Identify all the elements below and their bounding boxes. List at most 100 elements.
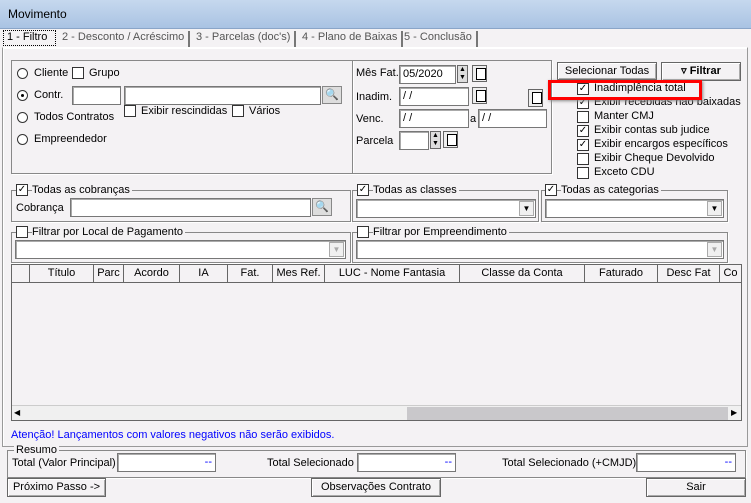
label-total-principal: Total (Valor Principal) xyxy=(12,457,116,469)
radio-contr[interactable] xyxy=(17,90,28,101)
radio-todos-contratos[interactable] xyxy=(17,112,28,123)
empreendimento-combo[interactable]: ▼ xyxy=(356,240,724,259)
label-mes-fat: Mês Fat. xyxy=(356,67,399,79)
mes-fat-clear-icon[interactable] xyxy=(472,65,487,82)
scrollbar-thumb[interactable] xyxy=(407,407,728,420)
label-venc: Venc. xyxy=(356,113,384,125)
window-title: Movimento xyxy=(8,7,67,21)
chevron-down-icon: ▼ xyxy=(707,201,722,216)
tab-conclusao[interactable]: 5 - Conclusão xyxy=(404,31,478,47)
column-header[interactable]: Fat. xyxy=(228,265,273,282)
document-icon[interactable] xyxy=(528,89,543,107)
label-inadim: Inadim. xyxy=(356,91,393,103)
label-empreendedor: Empreendedor xyxy=(34,133,107,145)
highlight-box xyxy=(548,80,702,100)
checkbox-varios[interactable] xyxy=(232,105,244,117)
label-empreendimento: Filtrar por Empreendimento xyxy=(373,226,509,238)
column-header[interactable]: IA xyxy=(180,265,228,282)
checkbox-todas-categorias[interactable]: ✓ xyxy=(545,184,557,196)
scroll-right-icon[interactable]: ▶ xyxy=(731,408,737,417)
filter-funnel-icon: ▿ xyxy=(681,65,690,77)
chevron-down-icon: ▼ xyxy=(519,201,534,216)
checkbox-option[interactable]: ✓ xyxy=(577,125,589,137)
mes-fat-input[interactable]: 05/2020 xyxy=(399,65,456,84)
parcela-clear-icon[interactable] xyxy=(443,131,458,148)
label-varios: Vários xyxy=(249,105,281,117)
total-principal-value: -- xyxy=(204,456,212,468)
total-cmjd-value: -- xyxy=(724,456,732,468)
checkbox-todas-classes[interactable]: ✓ xyxy=(357,184,369,196)
column-header[interactable]: Desc Fat xyxy=(658,265,720,282)
chevron-down-icon: ▼ xyxy=(707,242,722,257)
column-header[interactable]: Faturado xyxy=(585,265,658,282)
column-header[interactable]: LUC - Nome Fantasia xyxy=(325,265,460,282)
grid-header-divider xyxy=(12,282,741,283)
checkbox-grupo[interactable] xyxy=(72,67,84,79)
chevron-down-icon: ▼ xyxy=(329,242,344,257)
checkbox-option[interactable] xyxy=(577,111,589,123)
mes-fat-spinner[interactable]: ▲ ▼ xyxy=(457,65,468,83)
column-header[interactable]: Parc xyxy=(94,265,124,282)
column-header[interactable]: Mes Ref. xyxy=(273,265,325,282)
label-local-pagamento: Filtrar por Local de Pagamento xyxy=(32,226,186,238)
observacoes-contrato-button[interactable]: Observações Contrato xyxy=(311,478,441,497)
label-contr: Contr. xyxy=(34,89,64,101)
tab-plano-baixas[interactable]: 4 - Plano de Baixas xyxy=(302,31,404,47)
binoculars-search-icon[interactable]: 🔍 xyxy=(312,198,332,216)
checkbox-option[interactable]: ✓ xyxy=(577,139,589,151)
label-total-cmjd: Total Selecionado (+CMJD) xyxy=(502,457,637,469)
total-selecionado-value: -- xyxy=(444,456,452,468)
label-todas-cobrancas: Todas as cobranças xyxy=(32,184,132,196)
tab-desconto[interactable]: 2 - Desconto / Acréscimo xyxy=(62,31,191,47)
parcela-spinner[interactable]: ▲ ▼ xyxy=(430,131,441,149)
tab-filtro[interactable]: 1 - Filtro xyxy=(3,30,56,46)
total-principal-field: -- xyxy=(117,453,216,472)
binoculars-search-icon[interactable]: 🔍 xyxy=(322,86,342,104)
checkbox-option[interactable] xyxy=(577,153,589,165)
label-total-selecionado: Total Selecionado xyxy=(267,457,354,469)
local-pagamento-combo[interactable]: ▼ xyxy=(15,240,346,259)
categorias-combo[interactable]: ▼ xyxy=(545,199,724,218)
checkbox-exibir-rescindidas[interactable] xyxy=(124,105,136,117)
venc-from-input[interactable]: / / xyxy=(399,109,469,128)
option-label: Manter CMJ xyxy=(594,110,654,122)
option-label: Exceto CDU xyxy=(594,166,655,178)
column-header[interactable]: Co xyxy=(720,265,741,282)
horizontal-scrollbar[interactable]: ◀ ▶ xyxy=(12,405,741,420)
column-header[interactable]: Acordo xyxy=(124,265,180,282)
column-header[interactable]: Classe da Conta xyxy=(460,265,585,282)
contract-code-input[interactable] xyxy=(72,86,121,105)
inadim-input[interactable]: / / xyxy=(399,87,469,106)
radio-cliente[interactable] xyxy=(17,68,28,79)
venc-to-input[interactable]: / / xyxy=(478,109,547,128)
sair-button[interactable]: Sair xyxy=(646,478,746,497)
parcela-input[interactable] xyxy=(399,131,429,150)
classes-combo[interactable]: ▼ xyxy=(356,199,536,218)
label-exibir-rescindidas: Exibir rescindidas xyxy=(141,105,228,117)
checkbox-empreendimento[interactable] xyxy=(357,226,369,238)
label-cobranca: Cobrança xyxy=(16,202,64,214)
results-grid[interactable] xyxy=(11,264,742,421)
proximo-passo-button[interactable]: Próximo Passo -> xyxy=(7,478,106,497)
option-label: Exibir contas sub judice xyxy=(594,124,710,136)
label-todas-classes: Todas as classes xyxy=(373,184,459,196)
filtrar-label: Filtrar xyxy=(689,65,721,77)
radio-empreendedor[interactable] xyxy=(17,134,28,145)
label-todos-contratos: Todos Contratos xyxy=(34,111,115,123)
filtrar-button[interactable]: ▿ Filtrar xyxy=(661,62,741,81)
option-label: Exibir Cheque Devolvido xyxy=(594,152,715,164)
column-header[interactable]: Título xyxy=(30,265,94,282)
cobranca-input[interactable] xyxy=(70,198,311,217)
checkbox-option[interactable] xyxy=(577,167,589,179)
label-parcela: Parcela xyxy=(356,135,394,147)
scroll-left-icon[interactable]: ◀ xyxy=(14,408,20,417)
label-venc-sep: a xyxy=(470,113,477,125)
tab-parcelas[interactable]: 3 - Parcelas (doc's) xyxy=(196,31,297,47)
inadim-clear-icon[interactable] xyxy=(472,87,487,104)
checkbox-todas-cobrancas[interactable]: ✓ xyxy=(16,184,28,196)
selecionar-todas-button[interactable]: Selecionar Todas xyxy=(557,62,657,80)
warning-text: Atenção! Lançamentos com valores negativ… xyxy=(11,429,335,441)
title-bar: Movimento xyxy=(0,0,751,29)
checkbox-local-pagamento[interactable] xyxy=(16,226,28,238)
contract-name-input[interactable] xyxy=(124,86,321,105)
